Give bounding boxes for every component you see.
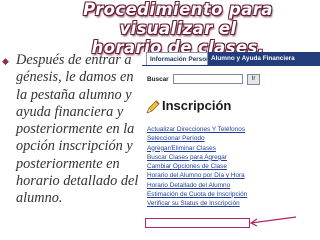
registration-heading: Inscripción xyxy=(144,97,320,115)
menu-item-detailed-schedule[interactable]: Horario Detallado del Alumno xyxy=(147,181,319,190)
menu-item[interactable]: Buscar Clases para Agregar xyxy=(147,153,319,162)
slide-title: Procedimiento para visualizar el horario… xyxy=(36,0,320,57)
search-label: Buscar xyxy=(147,76,169,83)
search-go-button[interactable]: Ir xyxy=(247,74,260,85)
menu-item[interactable]: Cambiar Opciones de Clase xyxy=(147,162,319,171)
menu-item[interactable]: Agregar/Eliminar Clases xyxy=(147,144,319,153)
menu-item[interactable]: Estimación de Cuota de Inscripción xyxy=(147,190,319,199)
banner-screenshot: Información Personal Alumno y Ayuda Fina… xyxy=(142,52,320,240)
tab-underline xyxy=(142,65,320,66)
menu-item[interactable]: Horario del Alumno por Día y Hora xyxy=(147,171,319,180)
menu-item[interactable]: Actualizar Direcciones Y Teléfonos xyxy=(147,125,319,134)
menu-item[interactable]: Verificar su Status de Inscripción xyxy=(147,199,319,208)
pencil-icon xyxy=(146,100,160,114)
tab-student-financial-aid[interactable]: Alumno y Ayuda Financiera xyxy=(208,52,320,65)
bullet-text: Después de entrar a génesis, le damos en… xyxy=(16,52,139,207)
highlight-box xyxy=(145,218,250,228)
registration-menu: Actualizar Direcciones Y Teléfonos Selec… xyxy=(147,125,319,208)
tab-bar: Información Personal Alumno y Ayuda Fina… xyxy=(142,52,320,65)
tab-personal-info[interactable]: Información Personal xyxy=(146,52,208,65)
heading-text: Inscripción xyxy=(162,98,232,113)
diamond-bullet-icon: ◆ xyxy=(2,57,9,67)
arrow-left-icon xyxy=(249,216,297,227)
title-line-1: Procedimiento para visualizar el xyxy=(83,0,273,38)
menu-item[interactable]: Seleccionar Período xyxy=(147,134,319,143)
search-input[interactable] xyxy=(173,74,243,84)
